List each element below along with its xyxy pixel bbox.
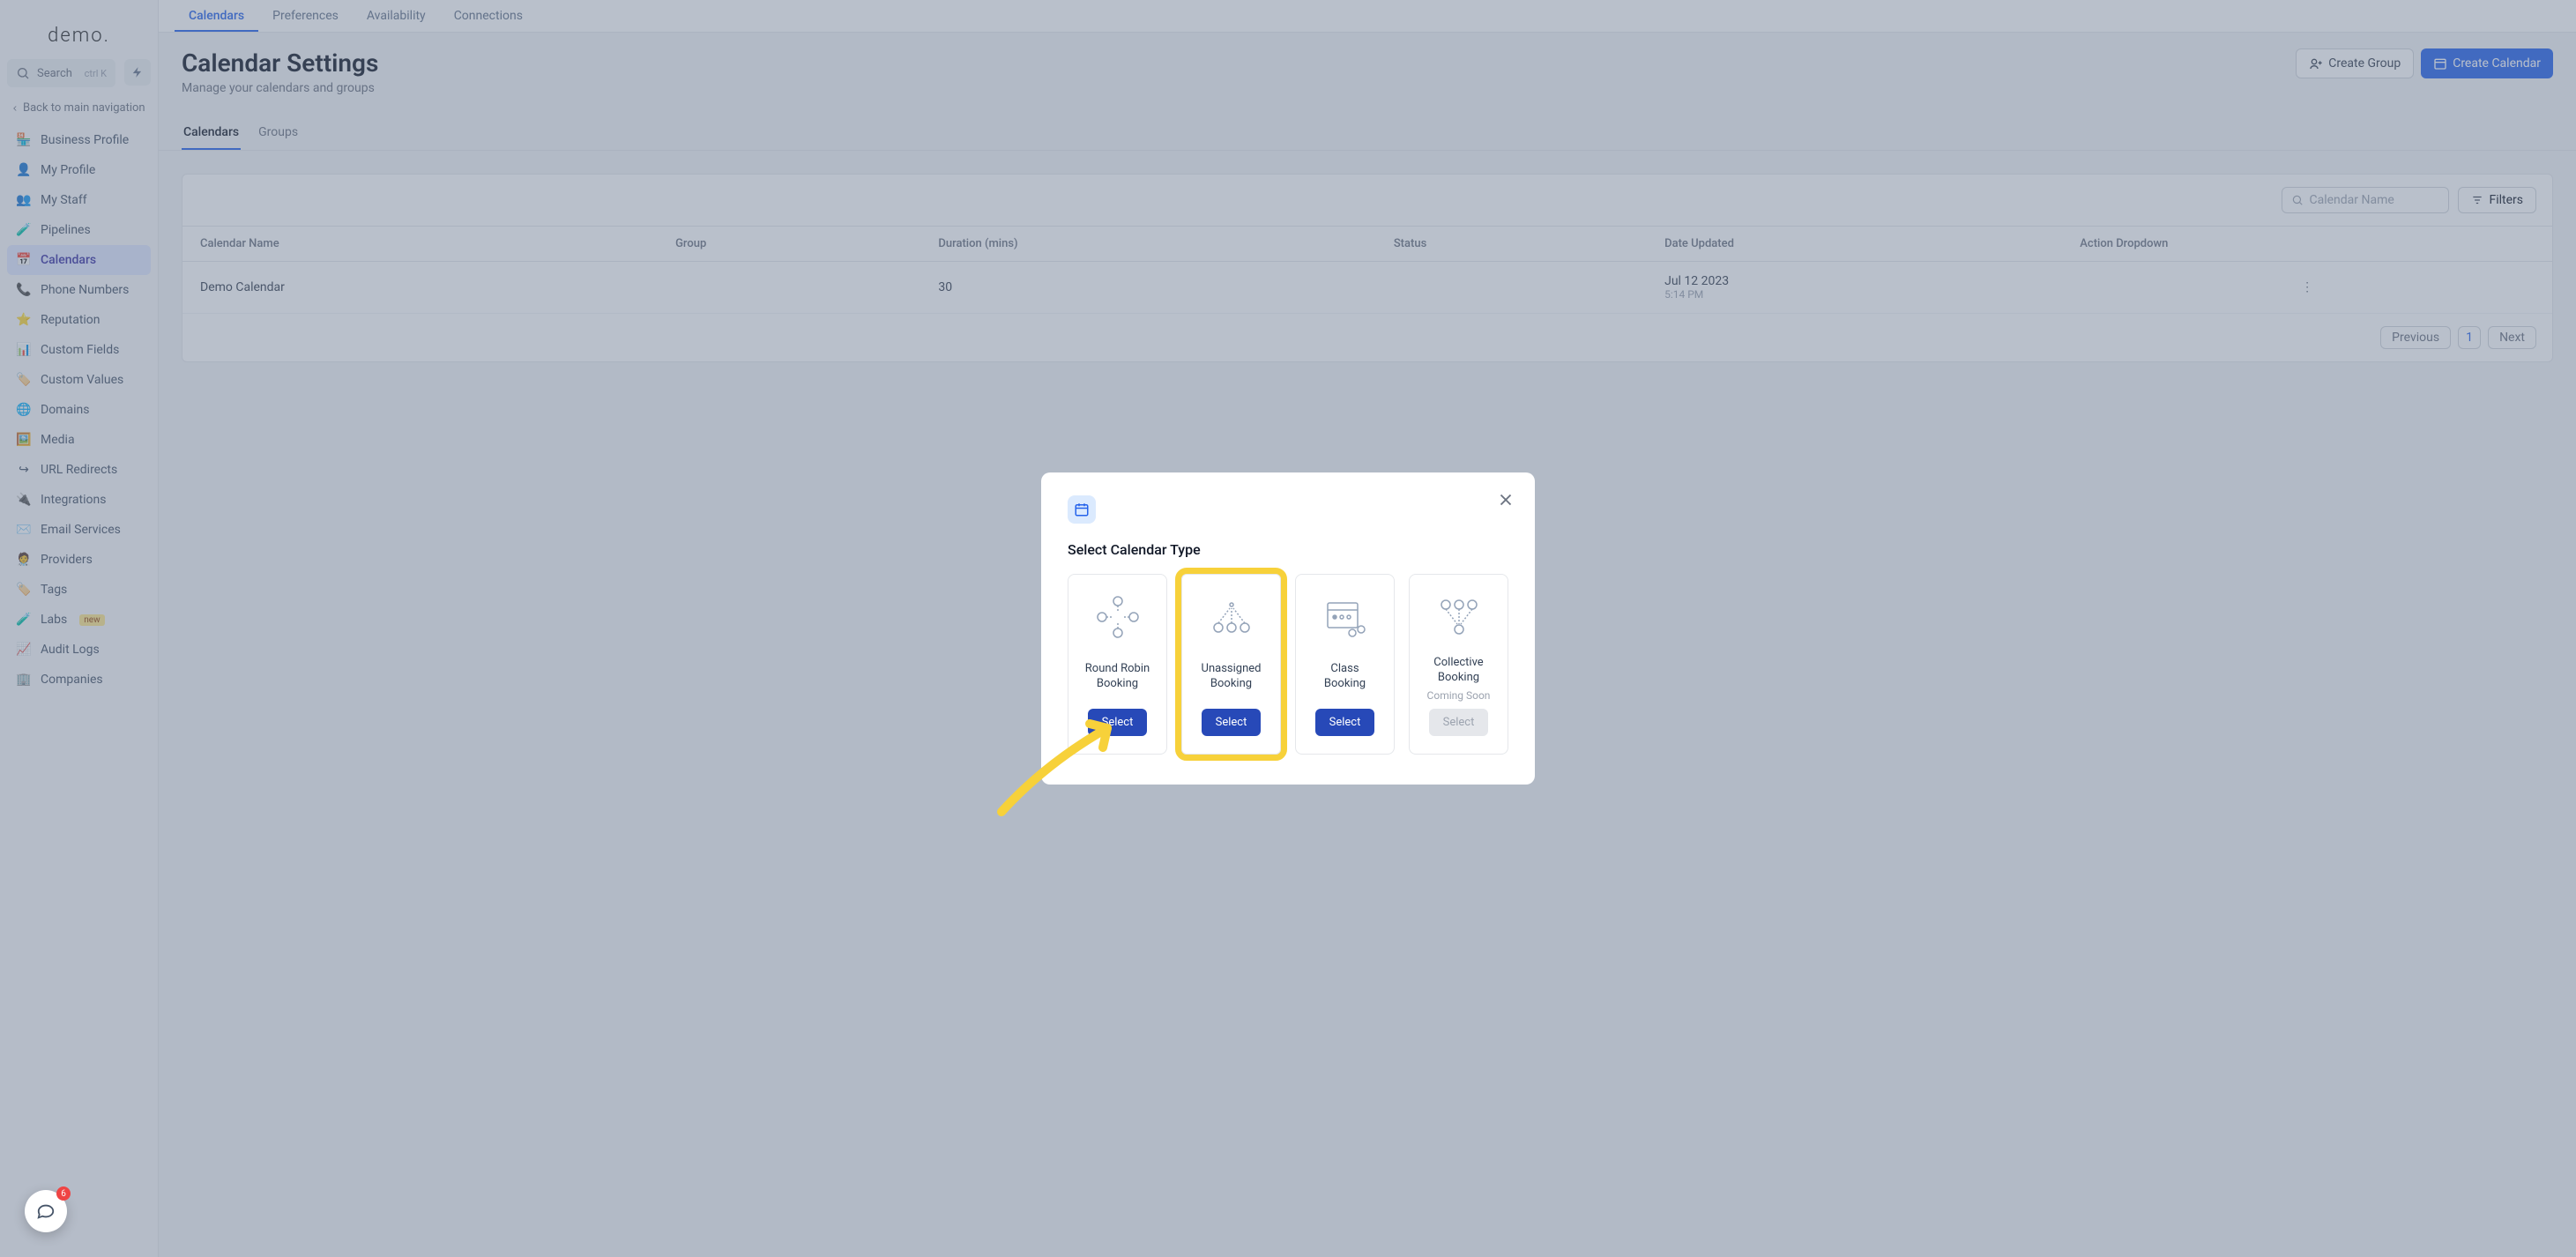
type-name: ClassBooking bbox=[1324, 662, 1366, 692]
modal-header-icon bbox=[1068, 495, 1096, 524]
calendar-icon bbox=[1074, 502, 1090, 517]
type-card-collective: CollectiveBooking Coming Soon Select bbox=[1409, 574, 1508, 755]
close-icon bbox=[1496, 490, 1515, 509]
type-card-class: ClassBooking Select bbox=[1295, 574, 1395, 755]
close-button[interactable] bbox=[1496, 490, 1515, 509]
calendar-type-modal: Select Calendar Type Round RobinBooking … bbox=[1041, 472, 1535, 785]
type-name: UnassignedBooking bbox=[1202, 662, 1262, 692]
type-illustration bbox=[1205, 592, 1258, 645]
type-select-button[interactable]: Select bbox=[1315, 709, 1375, 736]
type-card-unassigned: UnassignedBooking Select bbox=[1181, 574, 1281, 755]
type-illustration bbox=[1433, 592, 1485, 645]
chat-icon bbox=[36, 1201, 56, 1221]
type-coming-soon: Coming Soon bbox=[1427, 689, 1491, 702]
chat-fab[interactable]: 6 bbox=[25, 1190, 67, 1232]
type-card-round-robin: Round RobinBooking Select bbox=[1068, 574, 1167, 755]
type-name: Round RobinBooking bbox=[1085, 662, 1150, 692]
type-select-button[interactable]: Select bbox=[1088, 709, 1148, 736]
type-select-button: Select bbox=[1429, 709, 1489, 736]
type-illustration bbox=[1319, 592, 1372, 645]
modal-title: Select Calendar Type bbox=[1068, 541, 1508, 558]
type-select-button[interactable]: Select bbox=[1202, 709, 1262, 736]
overlay: Select Calendar Type Round RobinBooking … bbox=[0, 0, 2576, 1257]
type-name: CollectiveBooking bbox=[1433, 656, 1483, 686]
type-illustration bbox=[1091, 592, 1144, 645]
chat-badge: 6 bbox=[56, 1186, 71, 1201]
